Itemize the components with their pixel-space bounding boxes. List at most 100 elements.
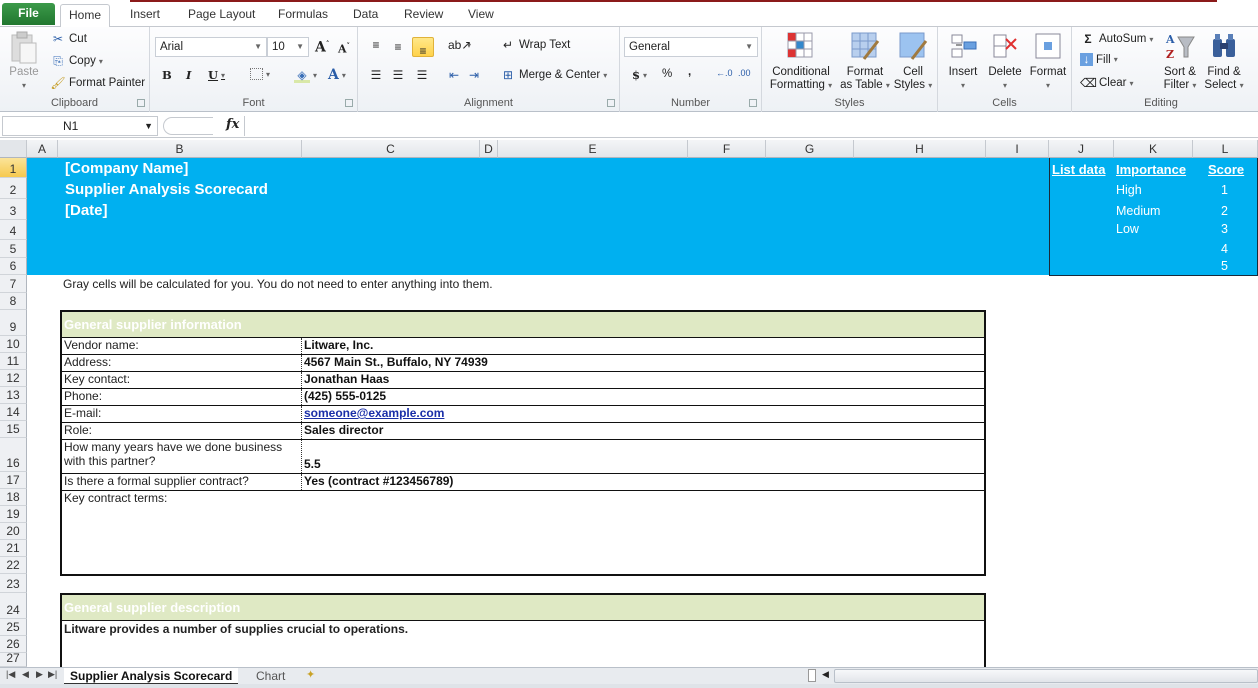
column-header-j[interactable]: J bbox=[1049, 140, 1114, 158]
row-header-23[interactable]: 23 bbox=[0, 574, 27, 593]
decrease-indent-button[interactable]: ⇤ bbox=[446, 67, 462, 83]
scroll-left-icon[interactable]: ◀ bbox=[822, 669, 829, 680]
row-value[interactable]: Yes (contract #123456789) bbox=[302, 474, 984, 490]
conditional-formatting-button[interactable]: Conditional Formatting ▾ bbox=[766, 31, 836, 92]
alignment-launcher-icon[interactable] bbox=[607, 99, 615, 107]
insert-sheet-icon[interactable]: ✦ bbox=[306, 668, 315, 681]
row-header-11[interactable]: 11 bbox=[0, 353, 27, 370]
tab-view[interactable]: View bbox=[460, 4, 502, 27]
format-painter-button[interactable]: 🖌 Format Painter bbox=[50, 75, 145, 91]
name-box[interactable]: N1 ▼ bbox=[2, 116, 158, 136]
row-header-20[interactable]: 20 bbox=[0, 523, 27, 540]
decrease-decimal-button[interactable]: .00 bbox=[738, 68, 751, 78]
score-item[interactable]: 5 bbox=[1221, 259, 1228, 273]
cell-styles-button[interactable]: Cell Styles ▾ bbox=[892, 31, 934, 92]
next-sheet-icon[interactable]: ▶ bbox=[36, 669, 43, 680]
number-format-select[interactable]: General ▼ bbox=[624, 37, 758, 57]
font-color-button[interactable]: A ▾ bbox=[328, 67, 346, 83]
cut-button[interactable]: ✂ Cut bbox=[50, 31, 87, 47]
prev-sheet-icon[interactable]: ◀ bbox=[22, 669, 29, 680]
importance-header[interactable]: Importance bbox=[1116, 162, 1186, 177]
column-header-h[interactable]: H bbox=[854, 140, 986, 158]
row-label[interactable]: Key contact: bbox=[62, 372, 302, 388]
score-item[interactable]: 4 bbox=[1221, 242, 1228, 256]
last-sheet-icon[interactable]: ▶| bbox=[48, 669, 57, 680]
column-header-l[interactable]: L bbox=[1193, 140, 1258, 158]
row-value[interactable]: (425) 555-0125 bbox=[302, 389, 984, 405]
row-header-6[interactable]: 6 bbox=[0, 258, 27, 275]
row-header-22[interactable]: 22 bbox=[0, 557, 27, 574]
row-label[interactable]: Address: bbox=[62, 355, 302, 371]
tab-insert[interactable]: Insert bbox=[122, 4, 168, 27]
borders-button[interactable]: ▾ bbox=[250, 68, 270, 80]
row-header-19[interactable]: 19 bbox=[0, 506, 27, 523]
align-middle-button[interactable]: ≡ bbox=[390, 39, 406, 55]
row-header-2[interactable]: 2 bbox=[0, 178, 27, 199]
importance-item[interactable]: High bbox=[1116, 183, 1142, 197]
importance-item[interactable]: Medium bbox=[1116, 204, 1160, 218]
delete-cells-button[interactable]: Delete ▾ bbox=[984, 31, 1026, 92]
align-right-button[interactable]: ☰ bbox=[414, 67, 430, 83]
first-sheet-icon[interactable]: |◀ bbox=[6, 669, 15, 680]
increase-decimal-button[interactable]: ←.0 bbox=[716, 68, 733, 78]
horizontal-scrollbar[interactable]: ◀ bbox=[808, 669, 1258, 683]
align-center-button[interactable]: ☰ bbox=[390, 67, 406, 83]
orientation-button[interactable]: ab↗ ▾ bbox=[448, 37, 471, 53]
column-header-a[interactable]: A bbox=[27, 140, 58, 158]
tab-split-handle[interactable] bbox=[808, 669, 816, 682]
font-size-select[interactable]: 10 ▼ bbox=[267, 37, 309, 57]
fill-button[interactable]: ↓ Fill ▾ bbox=[1080, 53, 1118, 66]
currency-button[interactable]: $ ▾ bbox=[632, 68, 647, 82]
description-title[interactable]: General supplier description bbox=[62, 595, 984, 621]
insert-function-button[interactable]: fx bbox=[226, 117, 239, 132]
number-launcher-icon[interactable] bbox=[749, 99, 757, 107]
description-text[interactable]: Litware provides a number of supplies cr… bbox=[62, 621, 984, 636]
row-label[interactable]: How many years have we done business with… bbox=[62, 440, 302, 473]
score-item[interactable]: 3 bbox=[1221, 222, 1228, 236]
bold-button[interactable]: B bbox=[162, 68, 172, 82]
row-header-1[interactable]: 1 bbox=[0, 158, 27, 178]
row-header-17[interactable]: 17 bbox=[0, 472, 27, 489]
clipboard-launcher-icon[interactable] bbox=[137, 99, 145, 107]
tab-data[interactable]: Data bbox=[345, 4, 386, 27]
fill-color-button[interactable]: ◈ ▾ bbox=[294, 67, 317, 83]
row-header-21[interactable]: 21 bbox=[0, 540, 27, 557]
shrink-font-button[interactable]: A˅ bbox=[338, 41, 350, 56]
column-header-d[interactable]: D bbox=[480, 140, 498, 158]
font-family-select[interactable]: Arial ▼ bbox=[155, 37, 267, 57]
format-as-table-button[interactable]: Format as Table ▾ bbox=[840, 31, 890, 92]
row-value[interactable]: Jonathan Haas bbox=[302, 372, 984, 388]
column-header-k[interactable]: K bbox=[1114, 140, 1193, 158]
sort-filter-button[interactable]: AZ Sort & Filter ▾ bbox=[1158, 31, 1202, 92]
row-value[interactable]: 4567 Main St., Buffalo, NY 74939 bbox=[302, 355, 984, 371]
column-header-i[interactable]: I bbox=[986, 140, 1049, 158]
paste-button[interactable]: Paste ▾ bbox=[6, 31, 42, 92]
row-label[interactable]: Vendor name: bbox=[62, 338, 302, 354]
column-header-g[interactable]: G bbox=[766, 140, 854, 158]
align-left-button[interactable]: ☰ bbox=[368, 67, 384, 83]
comma-button[interactable]: , bbox=[688, 66, 691, 78]
insert-cells-button[interactable]: Insert ▾ bbox=[942, 31, 984, 92]
merge-center-button[interactable]: ⊞ Merge & Center ▾ bbox=[500, 67, 607, 83]
row-header-15[interactable]: 15 bbox=[0, 421, 27, 438]
tab-file[interactable]: File bbox=[2, 3, 55, 25]
italic-button[interactable]: I bbox=[186, 68, 191, 82]
row-header-8[interactable]: 8 bbox=[0, 293, 27, 310]
list-data-header[interactable]: List data bbox=[1052, 162, 1105, 177]
select-all-button[interactable] bbox=[0, 140, 27, 158]
wrap-text-button[interactable]: ↵ Wrap Text bbox=[500, 37, 570, 53]
column-header-e[interactable]: E bbox=[498, 140, 688, 158]
scorecard-title-cell[interactable]: Supplier Analysis Scorecard bbox=[65, 181, 268, 198]
column-header-b[interactable]: B bbox=[58, 140, 302, 158]
row-header-4[interactable]: 4 bbox=[0, 220, 27, 240]
copy-button[interactable]: ⎘ Copy ▾ bbox=[50, 53, 103, 69]
score-item[interactable]: 2 bbox=[1221, 204, 1228, 218]
row-header-18[interactable]: 18 bbox=[0, 489, 27, 506]
tab-home[interactable]: Home bbox=[60, 4, 111, 28]
row-value[interactable]: 5.5 bbox=[302, 440, 984, 473]
autosum-button[interactable]: Σ AutoSum ▾ bbox=[1080, 31, 1153, 47]
row-header-13[interactable]: 13 bbox=[0, 387, 27, 404]
score-header[interactable]: Score bbox=[1208, 162, 1244, 177]
row-label[interactable]: Is there a formal supplier contract? bbox=[62, 474, 302, 490]
row-header-14[interactable]: 14 bbox=[0, 404, 27, 421]
